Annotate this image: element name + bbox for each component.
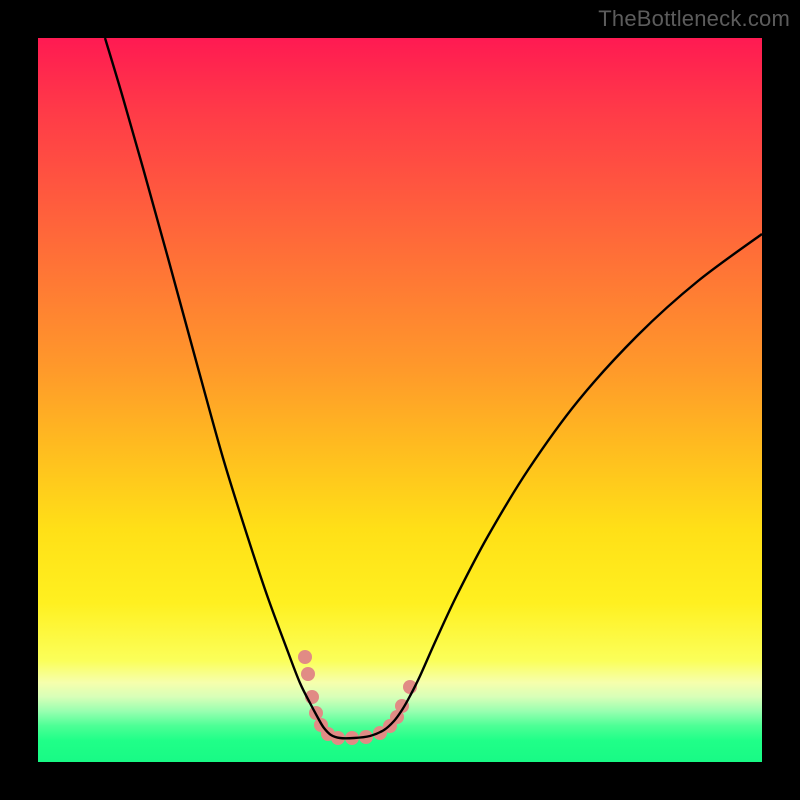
fit-marker xyxy=(298,650,312,664)
fit-markers-group xyxy=(298,650,417,745)
watermark-text: TheBottleneck.com xyxy=(598,6,790,32)
bottleneck-curve xyxy=(105,38,762,738)
curve-layer xyxy=(38,38,762,762)
fit-marker xyxy=(301,667,315,681)
chart-frame: TheBottleneck.com xyxy=(0,0,800,800)
plot-area xyxy=(38,38,762,762)
